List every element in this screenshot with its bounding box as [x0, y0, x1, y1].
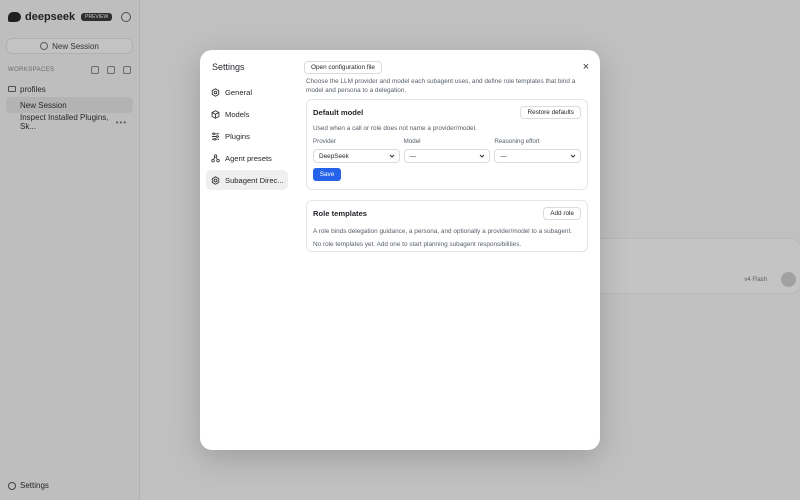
model-value: — [409, 152, 417, 160]
settings-modal: Settings × General Models Plugins Agent … [200, 50, 600, 450]
reasoning-effort-select[interactable]: — [494, 149, 582, 163]
nav-label: Subagent Direc... [225, 175, 284, 185]
provider-label: Provider [313, 138, 337, 145]
nav-item-subagent-directory[interactable]: Subagent Direc... [206, 170, 288, 190]
card-header: Default model Restore defaults [313, 100, 581, 124]
open-config-button[interactable]: Open configuration file [304, 61, 382, 74]
agents-icon [211, 153, 220, 162]
default-model-description: Used when a call or role does not name a… [313, 125, 477, 132]
save-button[interactable]: Save [313, 168, 341, 181]
gear-icon [211, 87, 220, 97]
modal-title: Settings [212, 62, 245, 72]
role-templates-title: Role templates [313, 208, 368, 218]
nav-item-plugins[interactable]: Plugins [206, 126, 288, 146]
add-role-button[interactable]: Add role [543, 206, 581, 220]
cube-icon [211, 109, 220, 119]
sliders-icon [211, 131, 220, 141]
nav-item-general[interactable]: General [206, 82, 288, 102]
model-fields: Provider DeepSeek Model — Reasoning effo… [313, 138, 582, 163]
nav-label: Plugins [225, 131, 250, 141]
settings-nav: General Models Plugins Agent presets Sub… [206, 82, 288, 192]
nav-label: Agent presets [225, 153, 272, 163]
reasoning-effort-value: — [500, 152, 507, 160]
nav-item-models[interactable]: Models [206, 104, 288, 124]
reasoning-effort-field: Reasoning effort — [494, 138, 582, 163]
nav-item-agent-presets[interactable]: Agent presets [206, 148, 288, 168]
restore-defaults-button[interactable]: Restore defaults [520, 105, 581, 119]
chevron-down-icon [479, 154, 485, 158]
provider-field: Provider DeepSeek [313, 138, 400, 163]
role-templates-empty: No role templates yet. Add one to start … [313, 241, 522, 248]
card-header: Role templates Add role [313, 201, 581, 225]
nav-label: General [225, 87, 253, 97]
default-model-title: Default model [313, 107, 364, 117]
settings-content: Choose the LLM provider and model each s… [306, 77, 588, 252]
chevron-down-icon [570, 154, 576, 158]
reasoning-effort-label: Reasoning effort [494, 138, 540, 145]
model-select[interactable]: — [403, 149, 491, 163]
role-templates-card: Role templates Add role A role binds del… [306, 200, 588, 252]
nav-label: Models [225, 109, 250, 119]
hexagon-icon [211, 175, 220, 185]
provider-select[interactable]: DeepSeek [313, 149, 400, 163]
model-label: Model [403, 138, 421, 145]
chevron-down-icon [389, 154, 395, 158]
model-field: Model — [403, 138, 491, 163]
provider-value: DeepSeek [319, 152, 349, 160]
role-templates-description: A role binds delegation guidance, a pers… [313, 228, 573, 235]
section-description: Choose the LLM provider and model each s… [306, 78, 576, 94]
close-icon[interactable]: × [580, 61, 592, 73]
default-model-card: Default model Restore defaults Used when… [306, 99, 588, 190]
